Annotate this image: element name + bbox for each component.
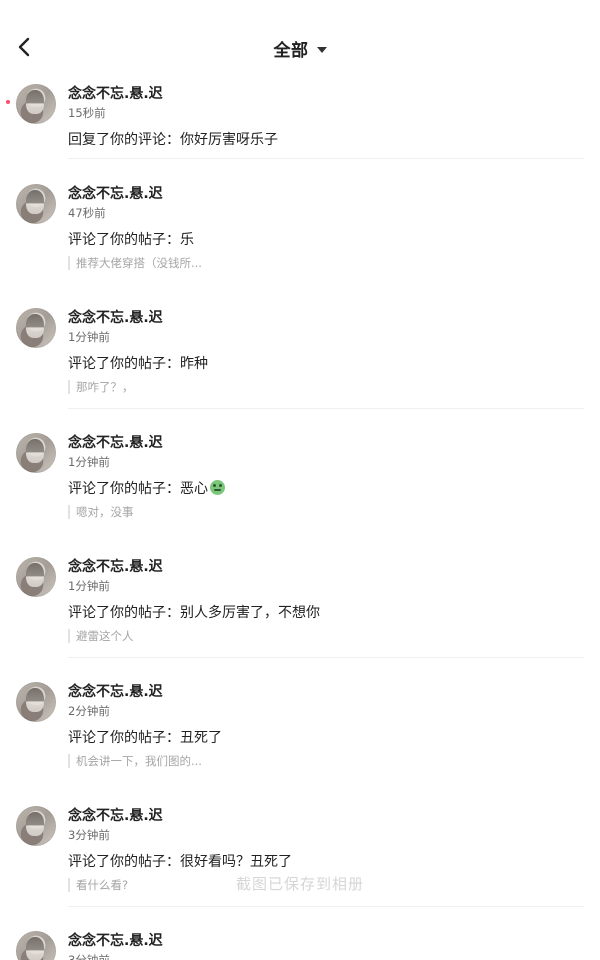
divider [68,408,584,409]
divider [68,906,584,907]
timestamp: 15秒前 [68,106,106,120]
avatar[interactable] [16,433,56,473]
avatar[interactable] [16,84,56,124]
timestamp: 1分钟前 [68,455,110,469]
user-name[interactable]: 念念不忘.悬.迟 [68,930,163,950]
avatar[interactable] [16,931,56,960]
divider [68,657,584,658]
timestamp: 47秒前 [68,206,106,220]
quoted-post[interactable]: 机会讲一下，我们图的... [68,754,202,768]
top-bar: 全部 [0,0,600,96]
timestamp: 2分钟前 [68,704,110,718]
notification-text[interactable]: 评论了你的帖子：别人多厉害了，不想你 [68,602,320,622]
avatar[interactable] [16,184,56,224]
avatar[interactable] [16,308,56,348]
notification-text[interactable]: 回复了你的评论：你好厉害呀乐子 [68,129,278,149]
divider [68,158,584,159]
quoted-post[interactable]: 避雷这个人 [68,629,134,643]
page-title[interactable]: 全部 [274,36,309,61]
quoted-post[interactable]: 推荐大佬穿搭（没钱所... [68,256,202,270]
notification-text-row[interactable]: 评论了你的帖子：恶心 [68,478,225,498]
nauseated-face-icon [210,480,225,495]
quoted-post[interactable]: 嗯对，没事 [68,505,134,519]
user-name[interactable]: 念念不忘.悬.迟 [68,183,163,203]
notification-text[interactable]: 评论了你的帖子：昨种 [68,353,208,373]
notification-text[interactable]: 评论了你的帖子：乐 [68,229,194,249]
timestamp: 3分钟前 [68,828,110,842]
notification-text[interactable]: 评论了你的帖子：很好看吗？丑死了 [68,851,292,871]
avatar[interactable] [16,682,56,722]
user-name[interactable]: 念念不忘.悬.迟 [68,432,163,452]
user-name[interactable]: 念念不忘.悬.迟 [68,83,163,103]
timestamp: 3分钟前 [68,953,110,960]
quoted-post[interactable]: 看什么看? [68,878,128,892]
avatar[interactable] [16,806,56,846]
quoted-post[interactable]: 那咋了？， [68,380,134,394]
timestamp: 1分钟前 [68,579,110,593]
avatar[interactable] [16,557,56,597]
notification-text[interactable]: 评论了你的帖子：丑死了 [68,727,222,747]
notifications-screen: 全部 念念不忘.悬.迟 15秒前 回复了你的评论：你好厉害呀乐子 念念不忘.悬.… [0,0,600,960]
filter-dropdown[interactable]: 全部 [0,36,600,61]
timestamp: 1分钟前 [68,330,110,344]
user-name[interactable]: 念念不忘.悬.迟 [68,681,163,701]
notification-text: 评论了你的帖子：恶心 [68,481,208,497]
user-name[interactable]: 念念不忘.悬.迟 [68,307,163,327]
user-name[interactable]: 念念不忘.悬.迟 [68,805,163,825]
unread-indicator [6,100,10,104]
caret-down-icon [316,46,327,53]
user-name[interactable]: 念念不忘.悬.迟 [68,556,163,576]
